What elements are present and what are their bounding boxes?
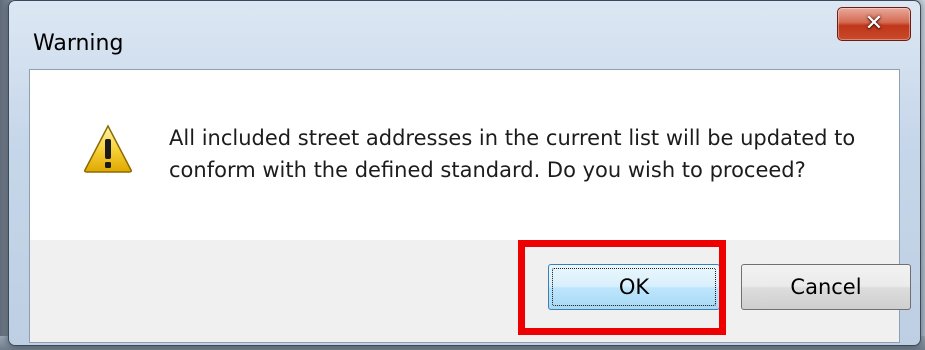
dialog-client-area: All included street addresses in the cur… [29,69,911,343]
dialog-content: All included street addresses in the cur… [30,70,899,240]
message-line-1: All included street addresses in the cur… [169,126,856,150]
ok-button-highlight-box [518,240,726,335]
dialog-titlebar[interactable]: Warning ✕ [9,1,920,65]
close-button[interactable]: ✕ [837,7,911,41]
message-line-2: conform with the defined standard. Do yo… [169,158,806,182]
cancel-button-label: Cancel [790,275,862,299]
warning-dialog: Warning ✕ All included street addresses … [8,0,921,346]
dialog-title: Warning [33,31,124,56]
dialog-button-area: OK Cancel [30,240,911,342]
cancel-button[interactable]: Cancel [741,264,911,310]
dialog-message: All included street addresses in the cur… [169,122,869,186]
warning-icon [84,124,132,173]
close-icon: ✕ [864,11,884,36]
